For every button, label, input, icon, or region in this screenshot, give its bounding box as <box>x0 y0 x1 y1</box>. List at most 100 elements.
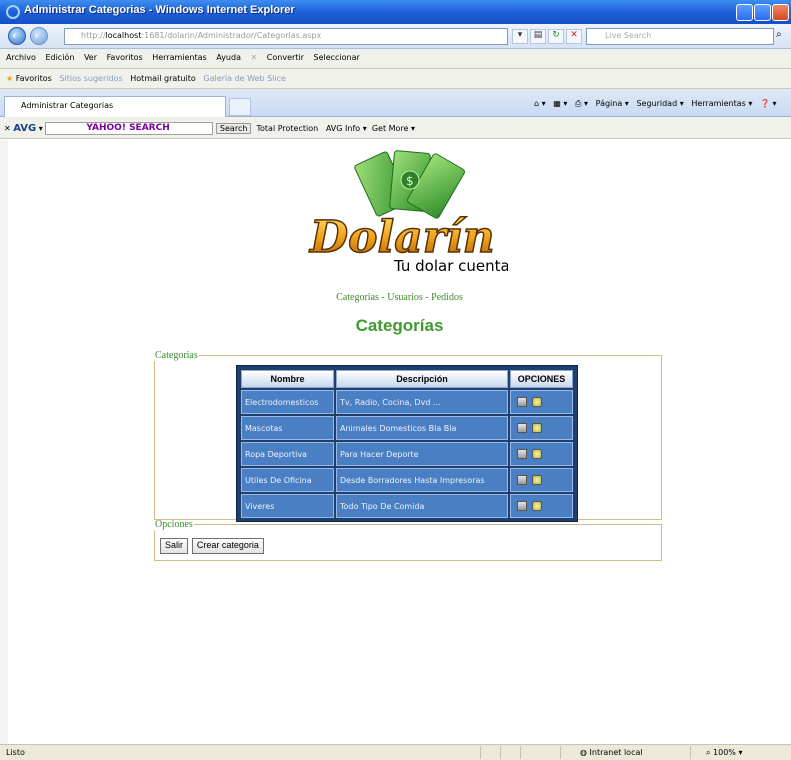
status-divider <box>500 746 501 759</box>
edit-icon[interactable] <box>517 501 527 511</box>
nav-separator: - <box>422 292 432 303</box>
table-header-row: Nombre Descripción OPCIONES <box>241 370 573 388</box>
menu-ayuda[interactable]: Ayuda <box>216 53 241 62</box>
delete-icon[interactable] <box>532 501 542 511</box>
zoom-control[interactable]: ⌕ 100% ▾ <box>706 748 742 758</box>
avg-info-button[interactable]: AVG Info <box>326 124 360 133</box>
menu-favoritos[interactable]: Favoritos <box>107 53 143 62</box>
edit-icon[interactable] <box>517 397 527 407</box>
cell-descripcion: Todo Tipo De Comida <box>336 494 508 518</box>
table-row: Mascotas Animales Domesticos Bla Bla <box>241 416 573 440</box>
url-prefix: http:// <box>81 31 106 40</box>
seleccionar-button[interactable]: Seleccionar <box>313 53 359 62</box>
delete-icon[interactable] <box>532 423 542 433</box>
cell-nombre: Electrodomesticos <box>241 390 334 414</box>
zone-label: Intranet local <box>589 748 643 757</box>
address-input[interactable]: http://localhost:1681/dolarin/Administra… <box>64 28 508 45</box>
page-content: $ Dolarín Tu dolar cuenta Categorias - U… <box>8 140 791 744</box>
menu-ver[interactable]: Ver <box>84 53 97 62</box>
header-opciones: OPCIONES <box>510 370 573 388</box>
maximize-button[interactable] <box>754 4 771 21</box>
security-menu[interactable]: Seguridad <box>636 99 677 108</box>
menu-archivo[interactable]: Archivo <box>6 53 36 62</box>
delete-icon[interactable] <box>532 397 542 407</box>
url-host: localhost <box>105 31 142 40</box>
edit-icon[interactable] <box>517 449 527 459</box>
delete-icon[interactable] <box>532 449 542 459</box>
forward-button[interactable]: › <box>30 27 48 45</box>
dropdown-icon[interactable]: ▾ <box>512 29 528 44</box>
header-nombre[interactable]: Nombre <box>241 370 334 388</box>
new-tab-button[interactable] <box>229 98 251 116</box>
address-row: ‹ › http://localhost:1681/dolarin/Admini… <box>0 24 791 49</box>
toolbar-close-icon[interactable]: ✕ <box>4 124 11 133</box>
close-icon[interactable]: ✕ <box>251 53 258 62</box>
favoritos-button[interactable]: Favoritos <box>16 74 52 83</box>
avg-search-button[interactable]: Search <box>215 123 252 134</box>
status-bar: Listo ◍ Intranet local ⌕ 100% ▾ <box>0 744 791 760</box>
minimize-button[interactable] <box>736 4 753 21</box>
edit-icon[interactable] <box>517 475 527 485</box>
webslice-link[interactable]: Galería de Web Slice <box>203 74 286 83</box>
money-bills-icon: $ <box>354 150 465 219</box>
delete-icon[interactable] <box>532 475 542 485</box>
left-frame-border <box>0 140 8 744</box>
favorites-bar: ★ Favoritos Sitios sugeridos Hotmail gra… <box>0 69 791 89</box>
globe-icon: ◍ <box>580 748 587 757</box>
cell-nombre: Ropa Deportiva <box>241 442 334 466</box>
status-divider <box>560 746 561 759</box>
home-icon[interactable]: ⌂ <box>534 99 539 108</box>
avg-logo[interactable]: AVG <box>13 123 36 134</box>
categorias-legend: Categorias <box>155 350 198 361</box>
cell-opciones <box>510 442 573 466</box>
opciones-buttons: Salir Crear categoria <box>160 538 265 554</box>
search-input[interactable]: Live Search <box>586 28 774 45</box>
compat-view-icon[interactable]: ▤ <box>530 29 546 44</box>
back-button[interactable]: ‹ <box>8 27 26 45</box>
search-icon[interactable]: ⌕ <box>776 29 782 40</box>
nav-usuarios[interactable]: Usuarios <box>387 292 423 303</box>
status-text: Listo <box>6 748 25 757</box>
suggested-sites-link[interactable]: Sitios sugeridos <box>59 74 122 83</box>
zoom-icon: ⌕ <box>706 748 711 757</box>
close-button[interactable] <box>772 4 789 21</box>
menu-bar: Archivo Edición Ver Favoritos Herramient… <box>0 49 791 69</box>
print-icon[interactable]: ⎙ <box>575 99 581 108</box>
total-protection-button[interactable]: Total Protection <box>257 124 319 133</box>
status-divider <box>690 746 691 759</box>
page-menu[interactable]: Página <box>596 99 623 108</box>
tab-label: Administrar Categorias <box>21 101 114 110</box>
feeds-icon[interactable]: ▦ <box>553 99 561 108</box>
nav-separator: - <box>378 292 388 303</box>
nav-categorias[interactable]: Categorias <box>336 292 379 303</box>
table-row: Electrodomesticos Tv, Radio, Cocina, Dvd… <box>241 390 573 414</box>
table-row: Utiles De Oficina Desde Borradores Hasta… <box>241 468 573 492</box>
nav-pedidos[interactable]: Pedidos <box>431 292 463 303</box>
cell-descripcion: Tv, Radio, Cocina, Dvd ... <box>336 390 508 414</box>
ie-logo-icon <box>6 5 20 19</box>
address-actions: ▾ ▤ ↻ ✕ <box>512 29 584 44</box>
get-more-button[interactable]: Get More <box>372 124 409 133</box>
categories-table: Nombre Descripción OPCIONES Electrodomes… <box>236 365 578 522</box>
menu-herramientas[interactable]: Herramientas <box>152 53 207 62</box>
status-divider <box>480 746 481 759</box>
zone-indicator[interactable]: ◍ Intranet local <box>580 748 643 757</box>
cell-nombre: Utiles De Oficina <box>241 468 334 492</box>
crear-categoria-button[interactable]: Crear categoria <box>191 538 264 554</box>
edit-icon[interactable] <box>517 423 527 433</box>
salir-button[interactable]: Salir <box>160 538 189 554</box>
hotmail-link[interactable]: Hotmail gratuito <box>130 74 195 83</box>
command-bar: ⌂ ▾ ▦ ▾ ⎙ ▾ Página ▾ Seguridad ▾ Herrami… <box>534 99 777 108</box>
cell-nombre: Viveres <box>241 494 334 518</box>
menu-edicion[interactable]: Edición <box>45 53 74 62</box>
cell-descripcion: Para Hacer Deporte <box>336 442 508 466</box>
stop-icon[interactable]: ✕ <box>566 29 582 44</box>
tools-menu[interactable]: Herramientas <box>691 99 746 108</box>
header-descripcion[interactable]: Descripción <box>336 370 508 388</box>
opciones-legend: Opciones <box>155 519 193 530</box>
refresh-icon[interactable]: ↻ <box>548 29 564 44</box>
help-icon[interactable]: ❓ <box>760 99 770 108</box>
convertir-button[interactable]: Convertir <box>267 53 304 62</box>
tab-administrar-categorias[interactable]: Administrar Categorias <box>4 96 226 117</box>
yahoo-search-input[interactable]: YAHOO! SEARCH <box>45 122 214 135</box>
